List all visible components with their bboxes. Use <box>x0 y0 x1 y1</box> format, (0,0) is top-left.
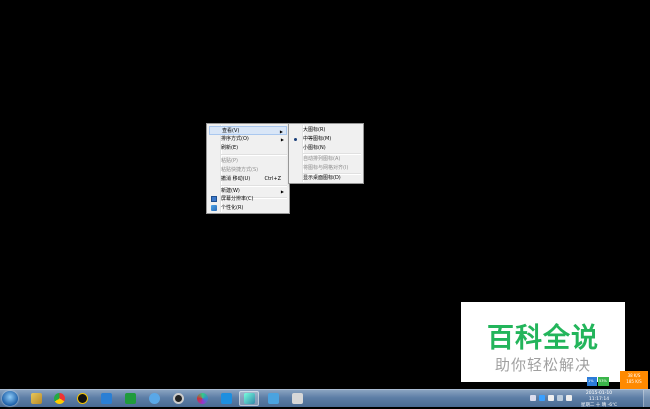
menu-item-label: 自动排列图标(A) <box>303 156 341 162</box>
show-desktop-button[interactable] <box>643 390 650 407</box>
cloud-icon[interactable] <box>144 391 164 406</box>
menu-item-label: 排序方式(O) <box>221 136 249 142</box>
green-app-icon[interactable] <box>120 391 140 406</box>
qq-icon[interactable] <box>72 391 92 406</box>
menu-separator <box>221 154 287 156</box>
personalize-icon <box>211 205 217 211</box>
menu-item-small-icons[interactable]: 小图标(N) <box>291 144 361 153</box>
menu-item-label: 小图标(N) <box>303 145 326 151</box>
menu-item-refresh[interactable]: 刷新(E) <box>209 144 287 153</box>
menu-item-paste-shortcut[interactable]: 粘贴快捷方式(S) <box>209 166 287 175</box>
menu-item-show-desktop-icons[interactable]: 显示桌面图标(D) <box>291 174 361 183</box>
menu-item-paste[interactable]: 粘贴(P) <box>209 157 287 166</box>
menu-item-view[interactable]: 查看(V) ▶ <box>209 126 287 135</box>
network-widget-a-value: 1% <box>588 379 594 383</box>
menu-item-medium-icons[interactable]: 中等图标(M) <box>291 135 361 144</box>
menu-item-large-icons[interactable]: 大图标(R) <box>291 126 361 135</box>
network-widget-a: 1% <box>587 377 597 386</box>
taskbar: 2015-01-10 11:17:14 星期二 十 晴 -6℃ <box>0 389 650 409</box>
view-submenu: 大图标(R) 中等图标(M) 小图标(N) 自动排列图标(A) 将图标与网格对齐… <box>288 123 364 184</box>
menu-item-label: 粘贴(P) <box>221 158 238 164</box>
media-icon[interactable] <box>168 391 188 406</box>
tool-icon[interactable] <box>287 391 307 406</box>
taskbar-clock[interactable]: 2015-01-10 11:17:14 星期二 十 晴 -6℃ <box>578 391 620 409</box>
network-widget-b: 53% <box>598 377 609 386</box>
menu-item-align-to-grid[interactable]: 将图标与网格对齐(I) <box>291 164 361 173</box>
display-icon <box>211 196 217 202</box>
folder-icon[interactable] <box>49 391 69 406</box>
network-widget-b-value: 53% <box>599 379 607 383</box>
clock-date: 星期二 十 晴 -6℃ <box>580 403 618 408</box>
watermark-subtitle: 助你轻松解决 <box>494 356 591 374</box>
desktop-context-menu: 查看(V) ▶ 排序方式(O) ▶ 刷新(E) 粘贴(P) 粘贴快捷方式(S) … <box>206 123 290 214</box>
menu-item-label: 中等图标(M) <box>303 136 332 142</box>
menu-item-label: 将图标与网格对齐(I) <box>303 165 349 171</box>
menu-item-label: 刷新(E) <box>221 145 239 151</box>
menu-item-label: 大图标(R) <box>303 127 326 133</box>
tray-network-icon[interactable] <box>557 395 563 401</box>
radio-bullet-icon <box>294 138 297 141</box>
menu-item-auto-arrange[interactable]: 自动排列图标(A) <box>291 155 361 164</box>
window-icon[interactable] <box>263 391 283 406</box>
menu-item-personalize[interactable]: 个性化(R) <box>209 204 287 213</box>
menu-item-screen-resolution[interactable]: 屏幕分辨率(C) <box>209 195 287 204</box>
menu-item-label: 显示桌面图标(D) <box>303 175 341 181</box>
browser-icon[interactable] <box>192 391 212 406</box>
tray-app-icon[interactable] <box>539 395 545 401</box>
tray-volume-icon[interactable] <box>566 395 572 401</box>
start-button-icon[interactable] <box>2 391 18 406</box>
bird-icon[interactable] <box>96 391 116 406</box>
menu-item-undo-move[interactable]: 撤消 移动(U) Ctrl+Z <box>209 175 287 184</box>
network-widget[interactable]: 1% 53% <box>587 375 609 389</box>
watermark-panel: 百科全说 助你轻松解决 <box>461 302 625 382</box>
menu-item-label: 粘贴快捷方式(S) <box>221 167 259 173</box>
menu-item-label: 屏幕分辨率(C) <box>221 196 254 202</box>
menu-item-label: 撤消 移动(U) <box>221 176 251 182</box>
screen-icon[interactable] <box>216 391 236 406</box>
download-speed: 185 K/S <box>626 379 642 384</box>
menu-item-sort-by[interactable]: 排序方式(O) ▶ <box>209 135 287 144</box>
submenu-arrow-icon: ▶ <box>280 137 284 142</box>
tray-arrow-icon[interactable] <box>530 395 536 401</box>
ie-icon[interactable] <box>26 391 46 406</box>
paint-icon[interactable] <box>239 391 259 406</box>
clock-time: 2015-01-10 11:17:14 <box>585 391 613 402</box>
tray-keyboard-icon[interactable] <box>548 395 554 401</box>
menu-item-accelerator: Ctrl+Z <box>264 176 281 182</box>
speed-widget[interactable]: 38 K/S 185 K/S <box>620 371 648 389</box>
menu-item-label: 个性化(R) <box>221 205 244 211</box>
watermark-title: 百科全说 <box>487 323 599 354</box>
